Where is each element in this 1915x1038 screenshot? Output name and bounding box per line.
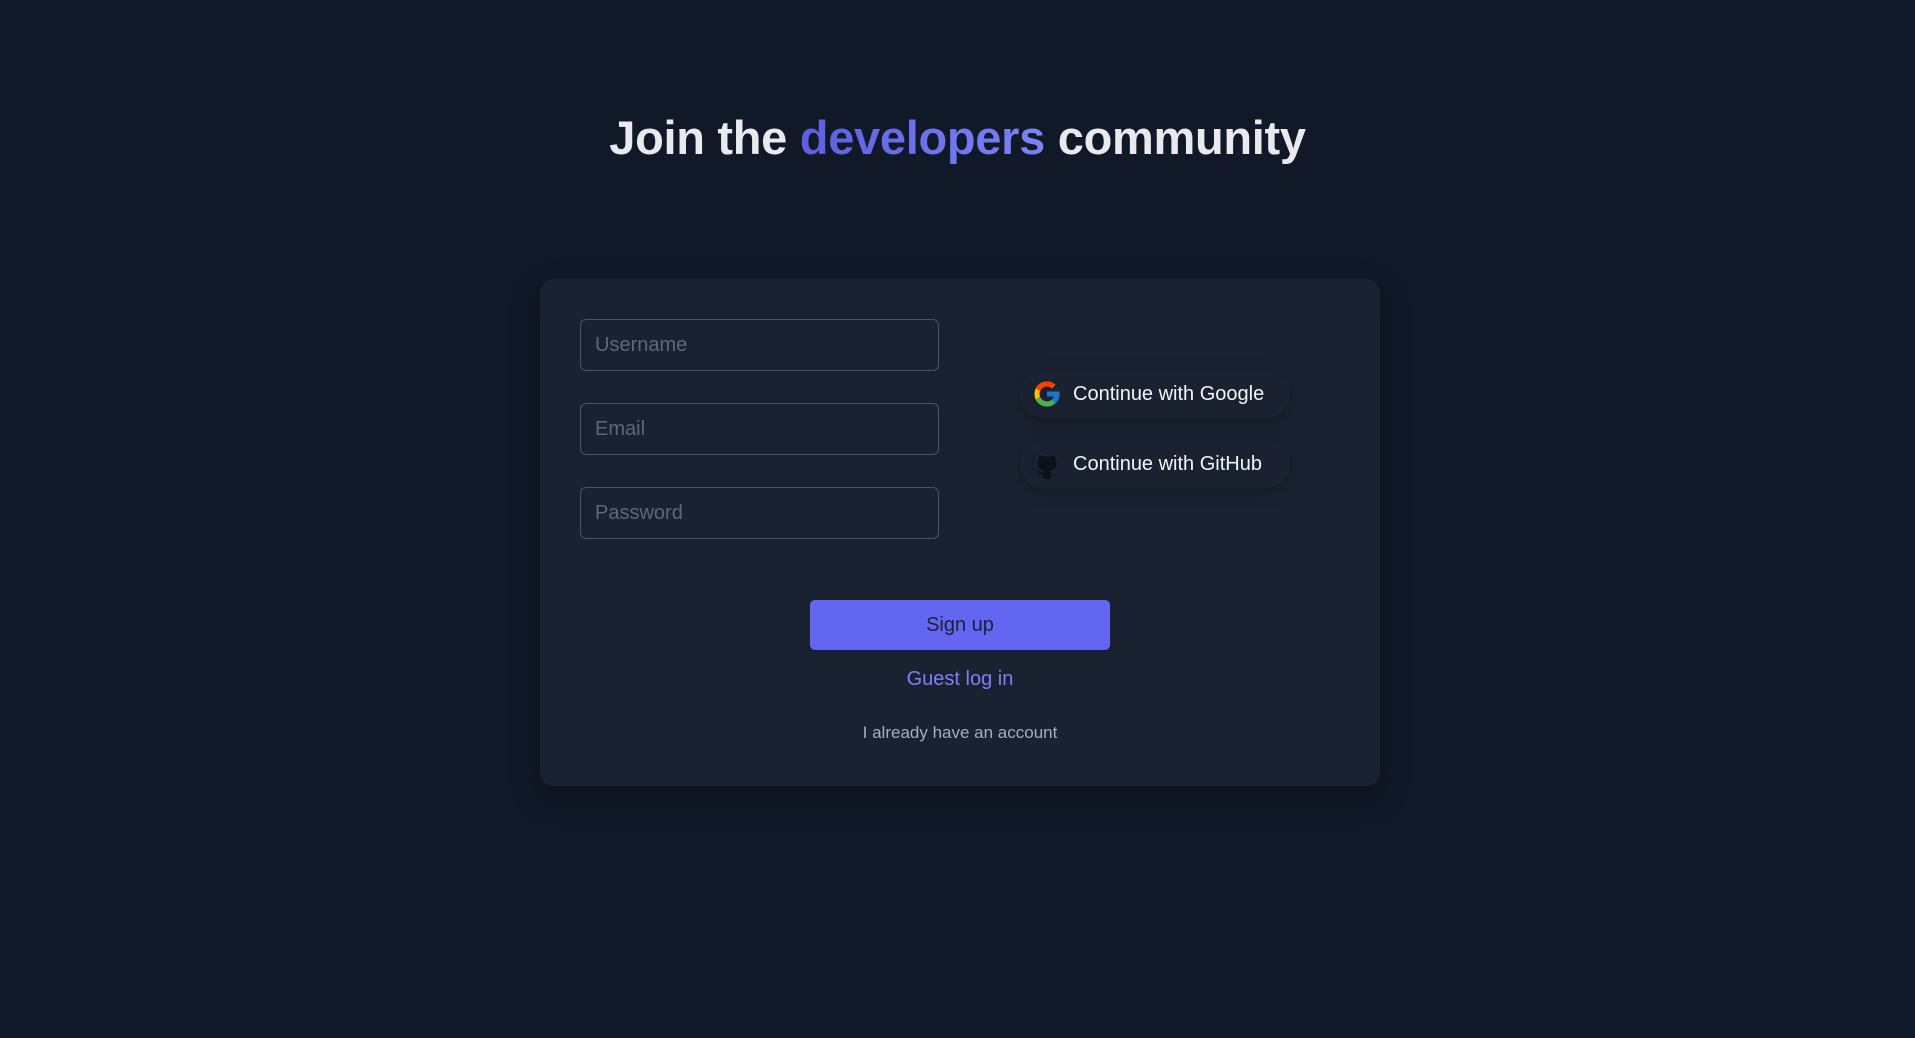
password-input[interactable] — [580, 487, 939, 539]
google-icon — [1032, 379, 1062, 409]
google-button-label: Continue with Google — [1073, 382, 1265, 405]
existing-account-link[interactable]: I already have an account — [540, 723, 1380, 743]
signup-card: Continue with Google Continue with GitHu… — [540, 279, 1380, 786]
title-prefix: Join the — [609, 111, 800, 164]
sign-up-button[interactable]: Sign up — [810, 600, 1110, 650]
github-icon — [1032, 449, 1062, 479]
email-input[interactable] — [580, 403, 939, 455]
title-accent: developers — [799, 111, 1045, 164]
continue-with-google-button[interactable]: Continue with Google — [1020, 370, 1290, 418]
username-input[interactable] — [580, 319, 939, 371]
page-title: Join the developers community — [0, 108, 1915, 168]
github-button-label: Continue with GitHub — [1073, 452, 1262, 475]
signup-page: Join the developers community Continue w… — [0, 0, 1915, 1038]
continue-with-github-button[interactable]: Continue with GitHub — [1020, 440, 1290, 488]
guest-login-link[interactable]: Guest log in — [540, 668, 1380, 691]
title-suffix: community — [1044, 111, 1306, 164]
